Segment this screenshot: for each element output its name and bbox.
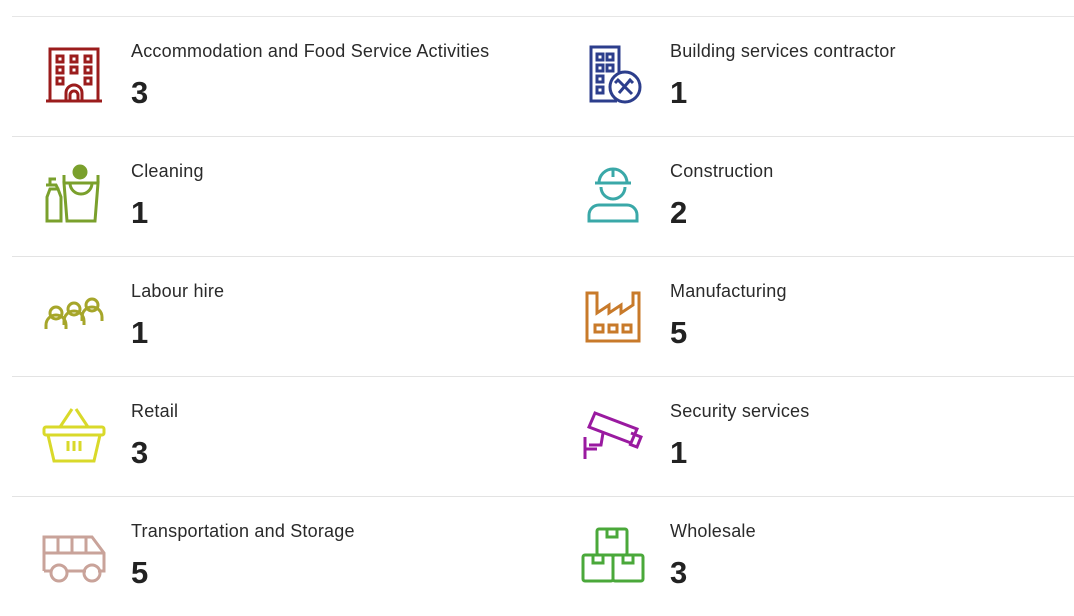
people-group-icon (42, 283, 106, 347)
hotel-icon (42, 43, 106, 107)
industry-count: 1 (670, 75, 688, 110)
industry-count: 3 (131, 435, 149, 470)
industry-label: Transportation and Storage (131, 521, 355, 541)
building-tools-icon (581, 43, 645, 107)
industry-count: 3 (670, 555, 688, 590)
industry-label: Wholesale (670, 521, 756, 541)
industry-row: Transportation and Storage 5 Wholesale 3 (12, 497, 1074, 616)
industry-card-labour-hire[interactable]: Labour hire 1 (12, 257, 551, 376)
boxes-icon (581, 523, 645, 587)
cleaning-supplies-icon (42, 163, 106, 227)
industry-card-accommodation[interactable]: Accommodation and Food Service Activitie… (12, 17, 551, 136)
industry-grid: Accommodation and Food Service Activitie… (12, 17, 1074, 616)
industry-label: Accommodation and Food Service Activitie… (131, 41, 490, 61)
industry-row: Cleaning 1 Construction 2 (12, 137, 1074, 257)
van-icon (42, 523, 106, 587)
industry-card-cleaning[interactable]: Cleaning 1 (12, 137, 551, 256)
industry-label: Labour hire (131, 281, 225, 301)
industry-count: 2 (670, 195, 688, 230)
industry-label: Cleaning (131, 161, 204, 181)
industry-count: 1 (131, 195, 149, 230)
industry-card-construction[interactable]: Construction 2 (551, 137, 1074, 256)
industry-label: Retail (131, 401, 179, 421)
shopping-basket-icon (42, 403, 106, 467)
industry-card-building-services[interactable]: Building services contractor 1 (551, 17, 1074, 136)
industry-row: Labour hire 1 Manufacturing 5 (12, 257, 1074, 377)
industry-card-retail[interactable]: Retail 3 (12, 377, 551, 496)
industry-label: Manufacturing (670, 281, 787, 301)
industry-label: Security services (670, 401, 810, 421)
industry-card-wholesale[interactable]: Wholesale 3 (551, 497, 1074, 616)
industry-row: Accommodation and Food Service Activitie… (12, 17, 1074, 137)
construction-worker-icon (581, 163, 645, 227)
factory-icon (581, 283, 645, 347)
industry-card-security-services[interactable]: Security services 1 (551, 377, 1074, 496)
industry-row: Retail 3 Security services 1 (12, 377, 1074, 497)
industry-count: 1 (670, 435, 688, 470)
industry-count: 5 (670, 315, 688, 350)
industry-label: Construction (670, 161, 774, 181)
industry-count: 3 (131, 75, 149, 110)
industry-count: 1 (131, 315, 149, 350)
industry-card-manufacturing[interactable]: Manufacturing 5 (551, 257, 1074, 376)
security-camera-icon (581, 403, 645, 467)
industry-card-transportation[interactable]: Transportation and Storage 5 (12, 497, 551, 616)
industry-count: 5 (131, 555, 149, 590)
industry-label: Building services contractor (670, 41, 896, 61)
